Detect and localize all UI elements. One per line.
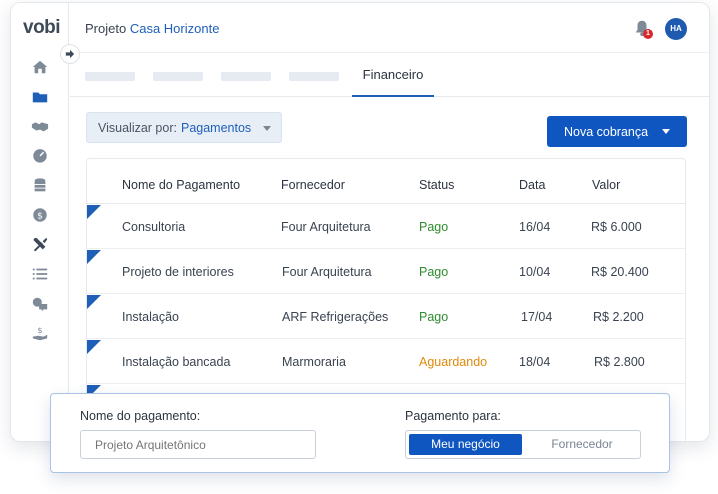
folder-icon[interactable] xyxy=(30,87,50,107)
payment-date: 18/04 xyxy=(519,355,551,369)
table-row[interactable]: Instalação bancada Marmoraria Aguardando… xyxy=(87,340,685,384)
option-supplier[interactable]: Fornecedor xyxy=(526,434,638,455)
table-row[interactable]: Instalação ARF Refrigerações Pago 17/04 … xyxy=(87,295,685,339)
payment-value: R$ 2.800 xyxy=(594,355,645,369)
payment-for-label: Pagamento para: xyxy=(405,409,501,423)
arrow-right-icon xyxy=(65,49,75,59)
payment-value: R$ 20.400 xyxy=(591,265,649,279)
project-name-link[interactable]: Casa Horizonte xyxy=(130,21,220,36)
app-window: vobi $ $ Projeto Casa Horizonte 1 HA Fin… xyxy=(10,2,710,442)
collapse-sidebar-button[interactable] xyxy=(60,44,80,64)
list-icon[interactable] xyxy=(30,264,50,284)
payment-name: Consultoria xyxy=(122,220,186,234)
payment-form-card: Nome do pagamento: Pagamento para: Meu n… xyxy=(50,393,670,473)
status-badge: Pago xyxy=(419,310,449,324)
tab-bar: Financeiro xyxy=(70,53,709,97)
home-icon[interactable] xyxy=(30,57,50,77)
payment-name: Instalação xyxy=(122,310,179,324)
option-my-business[interactable]: Meu negócio xyxy=(409,434,522,455)
table-row[interactable]: Projeto de interiores Four Arquitetura P… xyxy=(87,250,685,294)
payment-name-label: Nome do pagamento: xyxy=(80,409,201,423)
svg-text:$: $ xyxy=(37,212,43,222)
coins-icon[interactable] xyxy=(30,175,50,195)
new-charge-label: Nova cobrança xyxy=(564,124,649,139)
payment-name: Projeto de interiores xyxy=(122,265,234,279)
payment-supplier: Four Arquitetura xyxy=(281,220,371,234)
tab-placeholder[interactable] xyxy=(289,72,339,81)
header-status: Status xyxy=(419,178,455,192)
dollar-icon[interactable]: $ xyxy=(30,205,50,225)
status-badge: Aguardando xyxy=(419,355,488,369)
handshake-icon[interactable] xyxy=(30,116,50,136)
tab-financeiro[interactable]: Financeiro xyxy=(352,53,434,97)
payment-date: 10/04 xyxy=(519,265,551,279)
header-date: Data xyxy=(519,178,546,192)
header-supplier: Fornecedor xyxy=(281,178,345,192)
row-marker xyxy=(87,205,101,219)
table-row[interactable]: Consultoria Four Arquitetura Pago 16/04 … xyxy=(87,205,685,249)
payment-supplier: ARF Refrigerações xyxy=(282,310,389,324)
payment-name: Instalação bancada xyxy=(122,355,231,369)
header-name: Nome do Pagamento xyxy=(122,178,241,192)
payment-date: 17/04 xyxy=(521,310,553,324)
payment-for-toggle: Meu negócio Fornecedor xyxy=(405,430,641,459)
tab-placeholder[interactable] xyxy=(153,72,203,81)
sidebar: vobi $ $ xyxy=(11,3,69,441)
project-prefix: Projeto xyxy=(85,21,127,36)
vobi-logo: vobi xyxy=(23,17,61,38)
topbar: Projeto Casa Horizonte 1 HA xyxy=(70,3,709,53)
page-title: Projeto Casa Horizonte xyxy=(85,21,219,36)
header-value: Valor xyxy=(592,178,621,192)
payment-date: 16/04 xyxy=(519,220,551,234)
chat-icon[interactable] xyxy=(30,294,50,314)
tab-placeholder[interactable] xyxy=(85,72,135,81)
tools-icon[interactable] xyxy=(30,234,50,254)
row-marker xyxy=(87,250,101,264)
new-charge-button[interactable]: Nova cobrança xyxy=(547,116,687,147)
svg-text:$: $ xyxy=(37,325,42,335)
row-marker xyxy=(87,340,101,354)
chevron-down-icon xyxy=(263,126,271,131)
payment-value: R$ 2.200 xyxy=(593,310,644,324)
payment-supplier: Four Arquitetura xyxy=(282,265,372,279)
status-badge: Pago xyxy=(419,265,449,279)
payment-hand-icon[interactable]: $ xyxy=(30,323,50,343)
chevron-down-icon xyxy=(662,129,670,134)
row-marker xyxy=(87,295,101,309)
tab-placeholder[interactable] xyxy=(221,72,271,81)
avatar[interactable]: HA xyxy=(665,18,687,40)
view-by-value: Pagamentos xyxy=(180,120,252,135)
table-header: Nome do Pagamento Fornecedor Status Data… xyxy=(87,159,685,204)
payment-supplier: Marmoraria xyxy=(282,355,346,369)
status-badge: Pago xyxy=(419,220,449,234)
notification-badge: 1 xyxy=(643,29,653,39)
view-by-select[interactable]: Visualizar por: Pagamentos xyxy=(86,112,282,143)
payment-name-input[interactable] xyxy=(80,430,316,459)
gauge-icon[interactable] xyxy=(30,145,50,165)
view-by-label: Visualizar por: xyxy=(98,120,177,135)
payment-value: R$ 6.000 xyxy=(591,220,642,234)
